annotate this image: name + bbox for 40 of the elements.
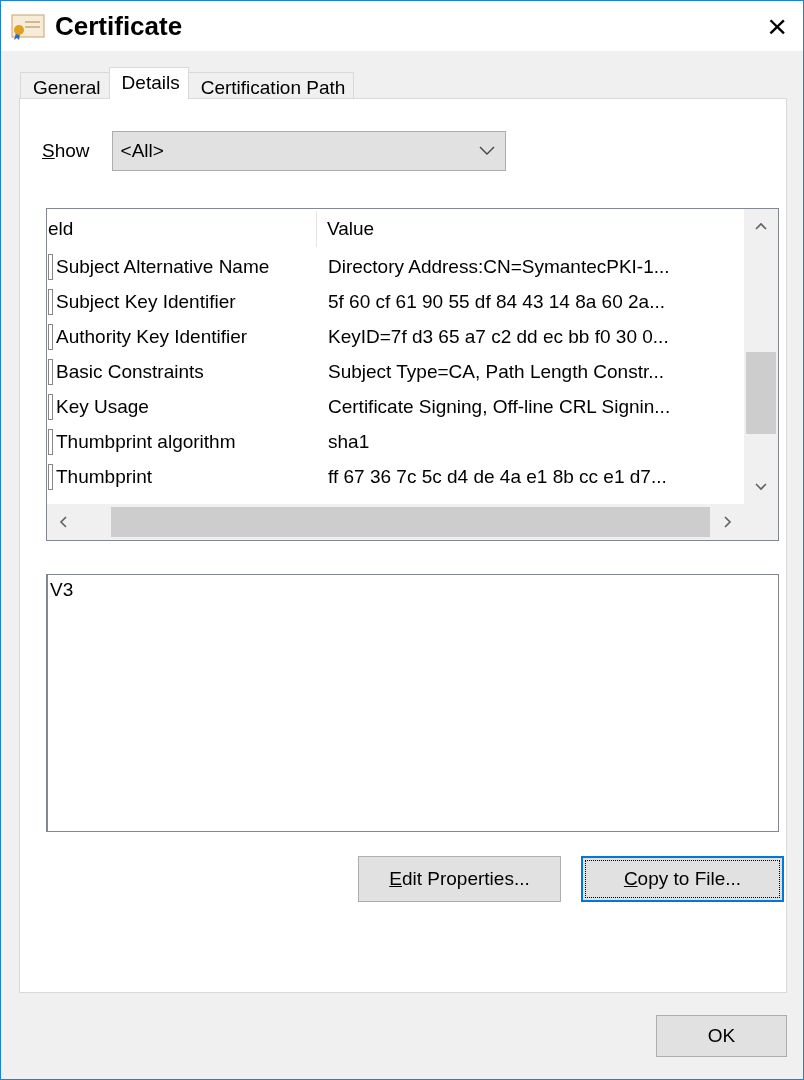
field-name: Thumbprint: [56, 465, 153, 488]
show-label: Show: [42, 140, 90, 162]
scrollbar-thumb[interactable]: [746, 352, 776, 434]
field-name: Subject Alternative Name: [56, 255, 270, 278]
detail-text-field[interactable]: V3: [46, 574, 779, 832]
field-name: Basic Constraints: [56, 360, 204, 383]
certificate-icon: [11, 14, 45, 40]
list-row[interactable]: Subject Key Identifier 5f 60 cf 61 90 55 df 84 43 14 8a 60 2a...: [47, 284, 744, 319]
field-value: Subject Type=CA, Path Length Constr...: [327, 360, 665, 383]
field-name: Key Usage: [56, 395, 149, 418]
column-header[interactable]: eld: [47, 211, 317, 247]
tab[interactable]: Details: [108, 67, 189, 99]
list-row[interactable]: Basic Constraints Subject Type=CA, Path Length Constr...: [47, 354, 744, 389]
close-button[interactable]: ×: [761, 9, 793, 43]
column-header[interactable]: Value: [317, 218, 375, 240]
field-name: Subject Key Identifier: [56, 290, 236, 313]
vertical-scrollbar[interactable]: [744, 209, 778, 504]
field-name: Authority Key Identifier: [56, 325, 248, 348]
tab[interactable]: Certification Path: [187, 72, 355, 98]
list-row[interactable]: Subject Alternative Name Directory Address:CN=SymantecPKI-1...: [47, 249, 744, 284]
tab[interactable]: General: [20, 72, 110, 98]
field-value: Directory Address:CN=SymantecPKI-1...: [327, 255, 670, 278]
field-value: Certificate Signing, Off-line CRL Signin...: [327, 395, 671, 418]
copy-to-file-button[interactable]: Copy to File...: [581, 856, 784, 902]
list-row[interactable]: Key Usage Certificate Signing, Off-line CRL Signin...: [47, 389, 744, 424]
field-value: ff 67 36 7c 5c d4 de 4a e1 8b cc e1 d7...: [327, 465, 667, 488]
ok-button[interactable]: OK: [656, 1015, 787, 1057]
list-row[interactable]: Thumbprint algorithm sha1: [47, 424, 744, 459]
field-name: Thumbprint algorithm: [56, 430, 236, 453]
list-row[interactable]: Authority Key Identifier KeyID=7f d3 65 a7 c2 dd ec bb f0 30 0...: [47, 319, 744, 354]
window-title: Certificate: [55, 10, 184, 42]
dropdown-chevron-icon: [478, 146, 495, 156]
edit-properties-button[interactable]: Edit Properties...: [358, 856, 561, 902]
horizontal-scrollbar[interactable]: [47, 504, 744, 540]
show-dropdown[interactable]: <All>: [111, 131, 506, 171]
field-value: sha1: [327, 430, 370, 453]
scrollbar-thumb[interactable]: [111, 507, 710, 537]
list-row[interactable]: Thumbprint ff 67 36 7c 5c d4 de 4a e1 8b cc e1 d7...: [47, 459, 744, 494]
field-value: KeyID=7f d3 65 a7 c2 dd ec bb f0 30 0...: [327, 325, 669, 348]
field-value: 5f 60 cf 61 90 55 df 84 43 14 8a 60 2a...: [327, 290, 665, 313]
